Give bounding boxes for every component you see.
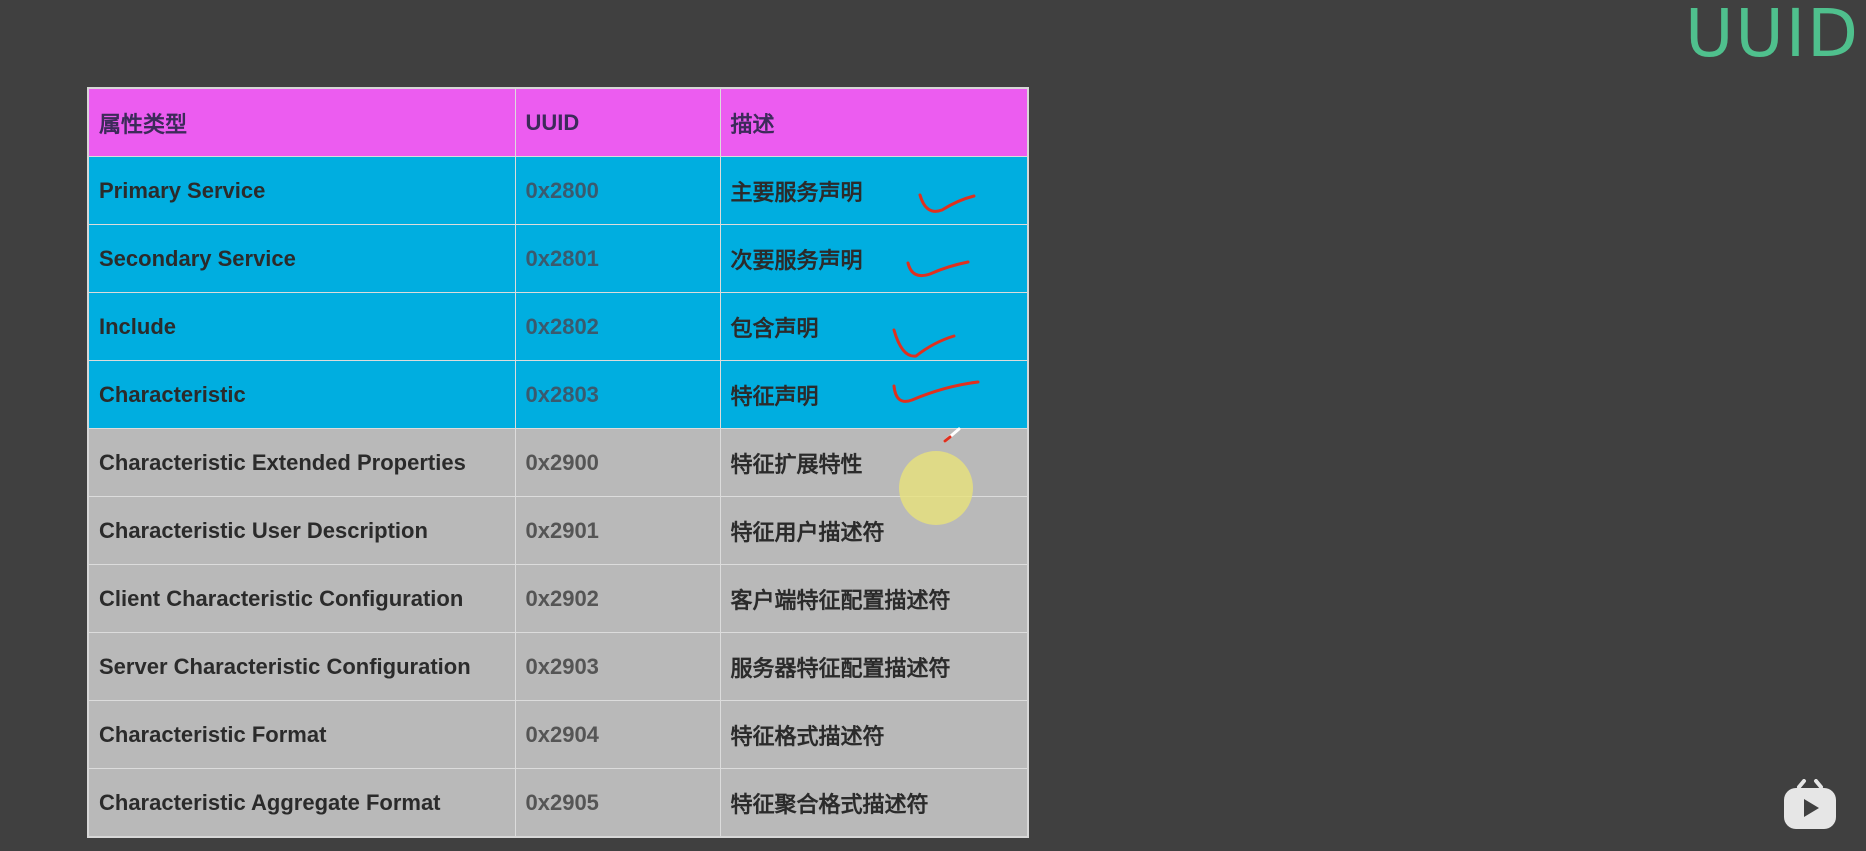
cell-type: Secondary Service: [87, 224, 516, 293]
cell-description: 包含声明: [719, 292, 1029, 361]
table-row: Characteristic Format 0x2904 特征格式描述符: [87, 700, 1029, 769]
table-row: Primary Service 0x2800 主要服务声明: [87, 156, 1029, 225]
cell-type: Client Characteristic Configuration: [87, 564, 516, 633]
cell-description: 特征用户描述符: [719, 496, 1029, 565]
table-header-row: 属性类型 UUID 描述: [87, 87, 1029, 157]
cell-uuid: 0x2900: [514, 428, 721, 497]
cell-uuid: 0x2905: [514, 768, 721, 838]
cell-uuid: 0x2901: [514, 496, 721, 565]
cell-type: Server Characteristic Configuration: [87, 632, 516, 701]
cell-description: 服务器特征配置描述符: [719, 632, 1029, 701]
cell-type: Primary Service: [87, 156, 516, 225]
table-row: Characteristic Aggregate Format 0x2905 特…: [87, 768, 1029, 838]
slide: UUID 属性类型 UUID 描述 Primary Service 0x2800…: [0, 0, 1866, 851]
table-row: Characteristic Extended Properties 0x290…: [87, 428, 1029, 497]
cell-type: Include: [87, 292, 516, 361]
table-row: Client Characteristic Configuration 0x29…: [87, 564, 1029, 633]
cell-uuid: 0x2801: [514, 224, 721, 293]
cell-uuid: 0x2802: [514, 292, 721, 361]
cell-type: Characteristic User Description: [87, 496, 516, 565]
cell-description: 次要服务声明: [719, 224, 1029, 293]
cell-uuid: 0x2904: [514, 700, 721, 769]
header-attribute-type: 属性类型: [87, 87, 516, 157]
cell-uuid: 0x2902: [514, 564, 721, 633]
table-row: Server Characteristic Configuration 0x29…: [87, 632, 1029, 701]
attribute-table: 属性类型 UUID 描述 Primary Service 0x2800 主要服务…: [87, 87, 1029, 838]
cell-type: Characteristic: [87, 360, 516, 429]
table-row: Characteristic 0x2803 特征声明: [87, 360, 1029, 429]
cell-description: 主要服务声明: [719, 156, 1029, 225]
table-row: Secondary Service 0x2801 次要服务声明: [87, 224, 1029, 293]
slide-title: UUID: [1685, 0, 1860, 72]
cell-description: 特征格式描述符: [719, 700, 1029, 769]
cell-description: 特征扩展特性: [719, 428, 1029, 497]
cell-description: 特征声明: [719, 360, 1029, 429]
header-uuid: UUID: [514, 87, 721, 157]
cell-type: Characteristic Aggregate Format: [87, 768, 516, 838]
cell-uuid: 0x2803: [514, 360, 721, 429]
cell-type: Characteristic Extended Properties: [87, 428, 516, 497]
cell-description: 客户端特征配置描述符: [719, 564, 1029, 633]
cell-uuid: 0x2800: [514, 156, 721, 225]
cell-uuid: 0x2903: [514, 632, 721, 701]
header-description: 描述: [719, 87, 1029, 157]
table-row: Include 0x2802 包含声明: [87, 292, 1029, 361]
cell-type: Characteristic Format: [87, 700, 516, 769]
bilibili-tv-icon[interactable]: [1782, 779, 1838, 831]
cell-description: 特征聚合格式描述符: [719, 768, 1029, 838]
table-row: Characteristic User Description 0x2901 特…: [87, 496, 1029, 565]
